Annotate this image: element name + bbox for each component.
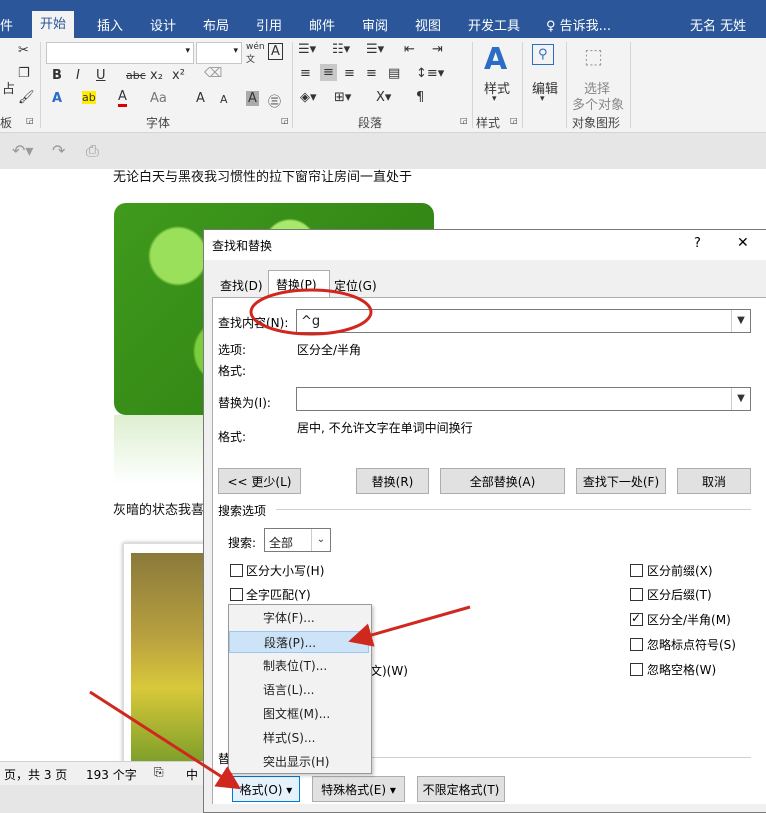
annotation-arrow xyxy=(348,605,471,647)
annotation-arrow xyxy=(89,690,242,790)
annotation-overlay xyxy=(89,288,471,790)
annotation-ellipse xyxy=(249,288,373,336)
